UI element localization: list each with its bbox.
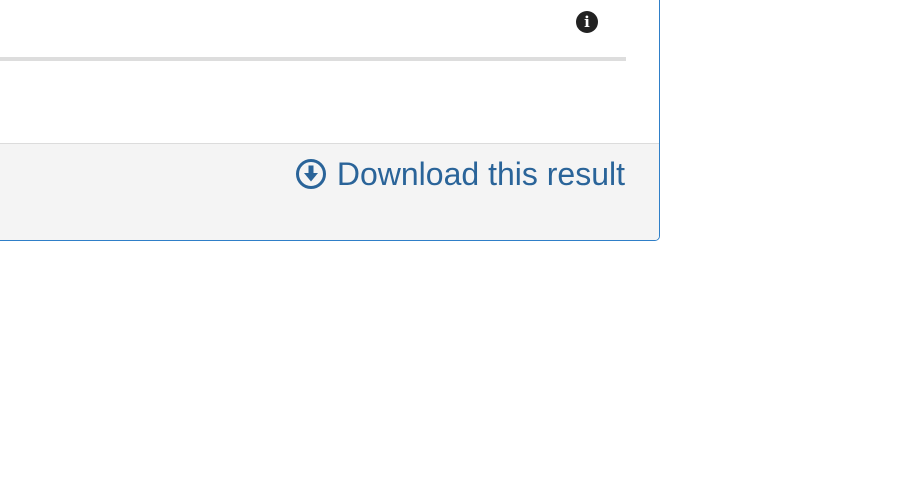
- result-panel-footer: Download this result: [0, 143, 659, 240]
- progress-track: [0, 57, 626, 61]
- download-result-label: Download this result: [336, 156, 625, 192]
- download-result-link[interactable]: Download this result: [295, 154, 625, 194]
- info-icon[interactable]: i: [576, 11, 598, 33]
- download-circle-icon: [295, 158, 327, 190]
- result-panel-body: i: [0, 0, 659, 123]
- result-panel: i Download this result: [0, 0, 660, 241]
